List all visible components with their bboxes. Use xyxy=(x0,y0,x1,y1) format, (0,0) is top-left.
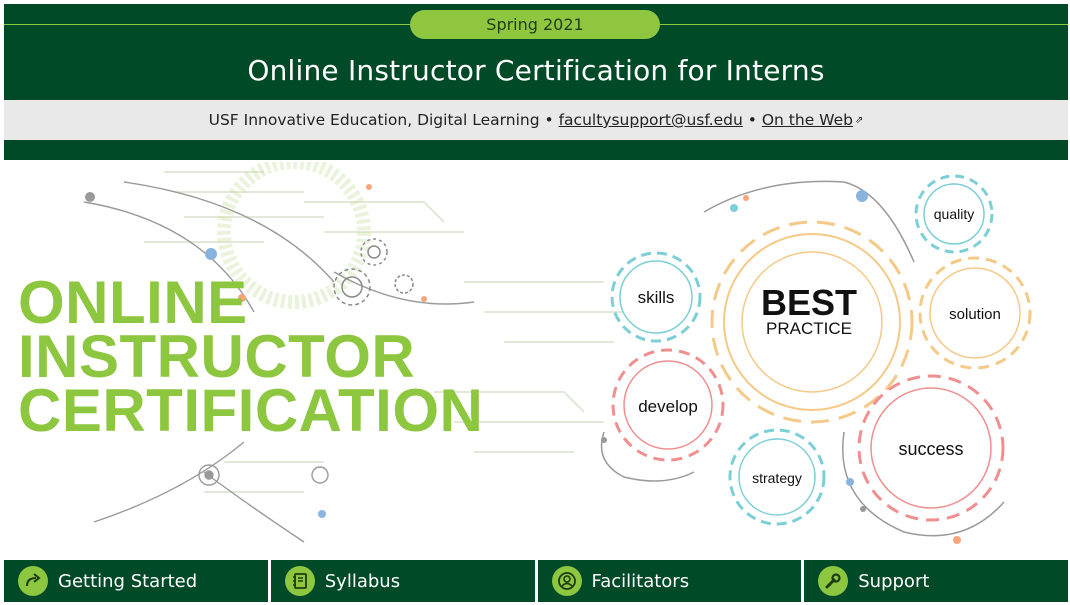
nav-facilitators[interactable]: Facilitators xyxy=(537,560,802,602)
nav-getting-started[interactable]: Getting Started xyxy=(4,560,268,602)
gear-develop-text: develop xyxy=(638,397,698,416)
success-gear: success xyxy=(857,374,1005,522)
term-badge: Spring 2021 xyxy=(410,10,660,39)
gear-practice-text: PRACTICE xyxy=(766,319,852,338)
gear-quality-text: quality xyxy=(934,206,974,222)
notebook-icon xyxy=(284,566,315,596)
hero-banner: BEST PRACTICE skills quality solution de… xyxy=(4,162,1068,554)
nav-label: Facilitators xyxy=(591,570,690,592)
skills-gear: skills xyxy=(610,251,702,343)
web-link[interactable]: On the Web xyxy=(762,111,853,129)
best-practice-gear: BEST PRACTICE xyxy=(710,220,914,424)
external-link-icon: ⇗ xyxy=(854,114,864,126)
wrench-icon xyxy=(818,566,849,596)
course-nav: Getting Started Syllabus Facilitators Su… xyxy=(4,560,1068,602)
email-link[interactable]: facultysupport@usf.edu xyxy=(559,111,743,129)
hero-title: ONLINE INSTRUCTOR CERTIFICATION xyxy=(18,269,484,444)
contact-bar: USF Innovative Education, Digital Learni… xyxy=(4,100,1068,140)
gear-strategy-text: strategy xyxy=(752,470,802,486)
hero-title-line-3: CERTIFICATION xyxy=(18,377,484,444)
nav-label: Support xyxy=(858,570,930,592)
hero-title-line-1: ONLINE xyxy=(18,269,248,336)
gear-solution-text: solution xyxy=(949,306,1001,323)
web-link-label: On the Web xyxy=(761,111,853,129)
gear-success-text: success xyxy=(898,439,963,459)
separator: • xyxy=(544,111,554,129)
header-bottom-band xyxy=(4,140,1068,160)
gear-skills-text: skills xyxy=(638,288,675,307)
page-title: Online Instructor Certification for Inte… xyxy=(247,54,825,87)
separator: • xyxy=(747,111,757,129)
nav-label: Syllabus xyxy=(324,570,401,592)
develop-gear: develop xyxy=(611,348,725,462)
nav-support[interactable]: Support xyxy=(804,560,1068,602)
course-header: Spring 2021 Online Instructor Certificat… xyxy=(4,4,1068,100)
arrow-forward-icon xyxy=(18,566,48,596)
user-icon xyxy=(551,566,582,596)
quality-gear: quality xyxy=(914,174,994,254)
gear-best-text: BEST xyxy=(761,282,857,323)
nav-syllabus[interactable]: Syllabus xyxy=(270,560,535,602)
solution-gear: solution xyxy=(918,256,1032,370)
org-name: USF Innovative Education, Digital Learni… xyxy=(208,111,540,129)
hero-title-line-2: INSTRUCTOR xyxy=(18,323,416,390)
strategy-gear: strategy xyxy=(728,428,826,526)
nav-label: Getting Started xyxy=(58,570,198,592)
